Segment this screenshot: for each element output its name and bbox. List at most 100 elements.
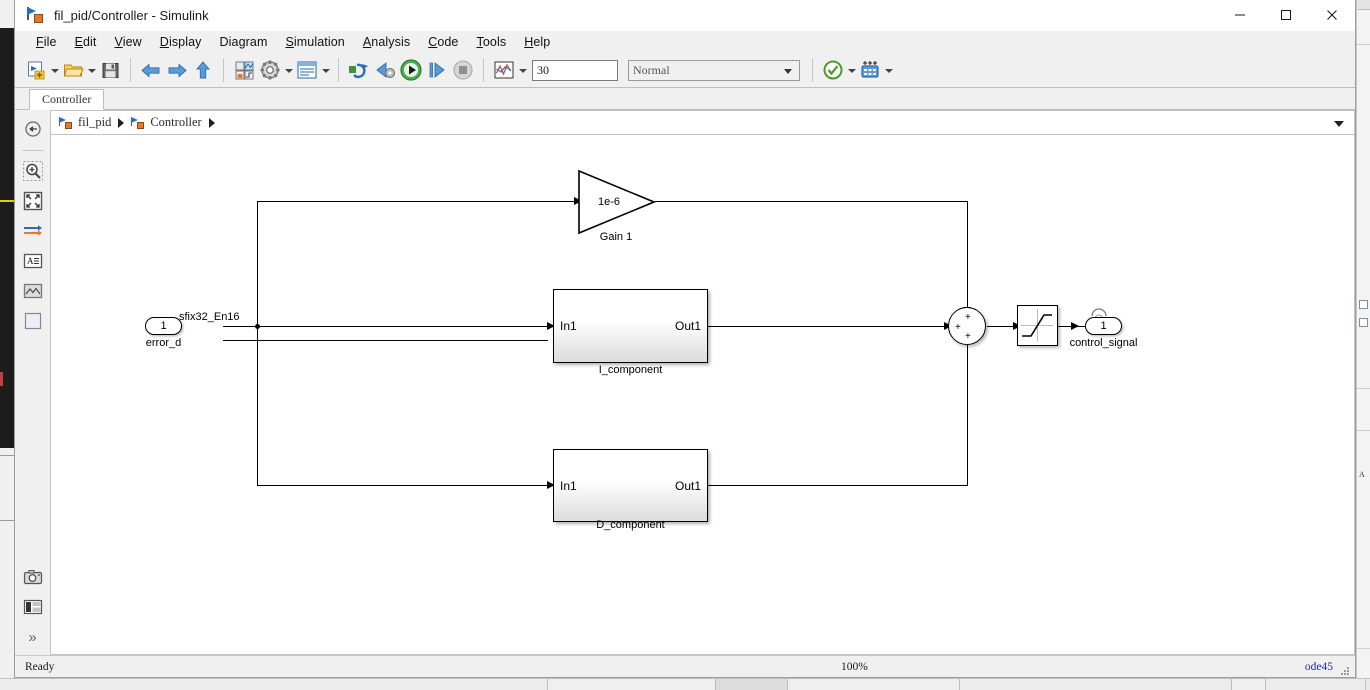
menu-edit[interactable]: Edit	[66, 33, 106, 51]
model-advisor-icon[interactable]	[820, 57, 846, 83]
save-icon[interactable]	[97, 57, 123, 83]
model-configuration-icon[interactable]	[257, 57, 283, 83]
saturation-block[interactable]	[1017, 305, 1058, 346]
background-divider	[1357, 430, 1370, 431]
signal-branch-point	[255, 324, 260, 329]
simulation-time-input[interactable]: 30	[532, 59, 618, 81]
background-divider	[1357, 648, 1370, 649]
simulink-window: fil_pid/Controller - Simulink File Edit …	[14, 0, 1356, 678]
outport-label-control-signal: control_signal	[1069, 337, 1138, 349]
tab-strip: Controller	[15, 88, 1355, 110]
background-window-right: A	[1356, 0, 1370, 678]
signals-icon[interactable]	[21, 219, 45, 243]
open-model-icon[interactable]	[60, 57, 86, 83]
sum-sign-left: +	[955, 322, 961, 333]
wire-icomponent-to-sum	[673, 326, 948, 327]
outport-control-signal[interactable]: 1	[1085, 317, 1122, 335]
data-inspector-dropdown-icon[interactable]	[883, 57, 894, 83]
wire-gain-to-sum	[655, 201, 968, 202]
taskbar-segment-active[interactable]	[716, 679, 788, 690]
model-configuration-dropdown-icon[interactable]	[283, 57, 294, 83]
chevron-right-icon	[208, 117, 215, 128]
breadcrumb-item-controller[interactable]: Controller	[150, 115, 201, 130]
data-inspector-icon[interactable]	[857, 57, 883, 83]
area-icon[interactable]	[21, 309, 45, 333]
new-model-icon[interactable]	[23, 57, 49, 83]
step-back-icon[interactable]	[372, 57, 398, 83]
background-divider	[0, 520, 14, 521]
model-explorer-icon[interactable]	[294, 57, 320, 83]
open-model-dropdown-icon[interactable]	[86, 57, 97, 83]
menu-tools[interactable]: Tools	[467, 33, 515, 51]
maximize-icon[interactable]	[1263, 0, 1309, 31]
image-icon[interactable]	[21, 279, 45, 303]
menu-simulation[interactable]: Simulation	[276, 33, 353, 51]
taskbar-segment[interactable]	[1266, 679, 1366, 690]
zoom-in-icon[interactable]	[21, 159, 45, 183]
windows-taskbar[interactable]	[0, 678, 1370, 690]
scope-icon[interactable]	[491, 57, 517, 83]
inport-label-error-d: error_d	[145, 337, 182, 349]
new-model-dropdown-icon[interactable]	[49, 57, 60, 83]
breadcrumb-item-fil_pid[interactable]: fil_pid	[78, 115, 111, 130]
back-icon[interactable]	[138, 57, 164, 83]
sum-sign-bottom: +	[965, 331, 971, 342]
tab-controller[interactable]: Controller	[29, 89, 105, 110]
inport-error-d[interactable]: 1	[145, 317, 182, 335]
menu-analysis[interactable]: Analysis	[354, 33, 419, 51]
close-icon[interactable]	[1309, 0, 1355, 31]
svg-text:A: A	[27, 256, 34, 266]
camera-icon[interactable]	[21, 565, 45, 589]
background-icon	[1359, 300, 1368, 309]
up-to-parent-icon[interactable]	[190, 57, 216, 83]
wire-error-to-icomponent	[223, 326, 550, 327]
scope-dropdown-icon[interactable]	[517, 57, 528, 83]
menu-help[interactable]: Help	[515, 33, 559, 51]
subsystem-out-port-label: Out1	[674, 478, 701, 493]
model-advisor-dropdown-icon[interactable]	[846, 57, 857, 83]
status-solver[interactable]: ode45	[1305, 661, 1333, 673]
chevron-right-icon	[118, 117, 125, 128]
taskbar-segment[interactable]	[960, 679, 1232, 690]
menu-display[interactable]: Display	[151, 33, 211, 51]
taskbar-segment[interactable]	[0, 679, 548, 690]
window-controls	[1217, 0, 1355, 31]
wire-to-gain-input	[257, 201, 578, 202]
signal-label-sfix32: sfix32_En16	[179, 311, 240, 323]
simulation-mode-select[interactable]: Normal	[628, 59, 800, 81]
library-browser-icon[interactable]	[231, 57, 257, 83]
wire-dcomponent-to-sum	[673, 485, 968, 486]
model-canvas[interactable]: 1 error_d sfix32_En16 1e-6 Gain 1 In1 Ou…	[51, 135, 1355, 655]
run-icon[interactable]	[398, 57, 424, 83]
annotation-icon[interactable]: A	[21, 249, 45, 273]
wire-branch-up-to-gain	[257, 201, 258, 327]
subsystem-d-component[interactable]: In1 Out1	[553, 449, 708, 522]
menu-diagram[interactable]: Diagram	[211, 33, 277, 51]
model-explorer-dropdown-icon[interactable]	[320, 57, 331, 83]
stop-icon[interactable]	[450, 57, 476, 83]
status-message: Ready	[25, 660, 55, 673]
update-model-icon[interactable]	[346, 57, 372, 83]
minimize-icon[interactable]	[1217, 0, 1263, 31]
taskbar-segment[interactable]	[548, 679, 716, 690]
step-forward-icon[interactable]	[424, 57, 450, 83]
chevron-down-icon[interactable]	[1334, 121, 1344, 127]
navigate-back-icon[interactable]	[21, 117, 45, 141]
subsystem-in-port-label: In1	[560, 478, 577, 493]
subsystem-i-component[interactable]: In1 Out1	[553, 289, 708, 363]
resize-grip-icon[interactable]	[1340, 664, 1350, 675]
subsystem-in-port-label: In1	[560, 319, 577, 333]
wire-dcomponent-up-to-sum	[967, 341, 968, 486]
subsystem-icon	[131, 116, 146, 130]
menu-file[interactable]: File	[27, 33, 66, 51]
fit-to-view-icon[interactable]	[21, 189, 45, 213]
forward-icon[interactable]	[164, 57, 190, 83]
title-bar: fil_pid/Controller - Simulink	[15, 0, 1355, 31]
taskbar-segment[interactable]	[1232, 679, 1266, 690]
model-icon	[59, 116, 74, 130]
menu-code[interactable]: Code	[419, 33, 467, 51]
taskbar-segment[interactable]	[788, 679, 960, 690]
menu-view[interactable]: View	[106, 33, 151, 51]
legend-icon[interactable]	[21, 595, 45, 619]
expand-more-icon[interactable]: »	[21, 625, 45, 649]
